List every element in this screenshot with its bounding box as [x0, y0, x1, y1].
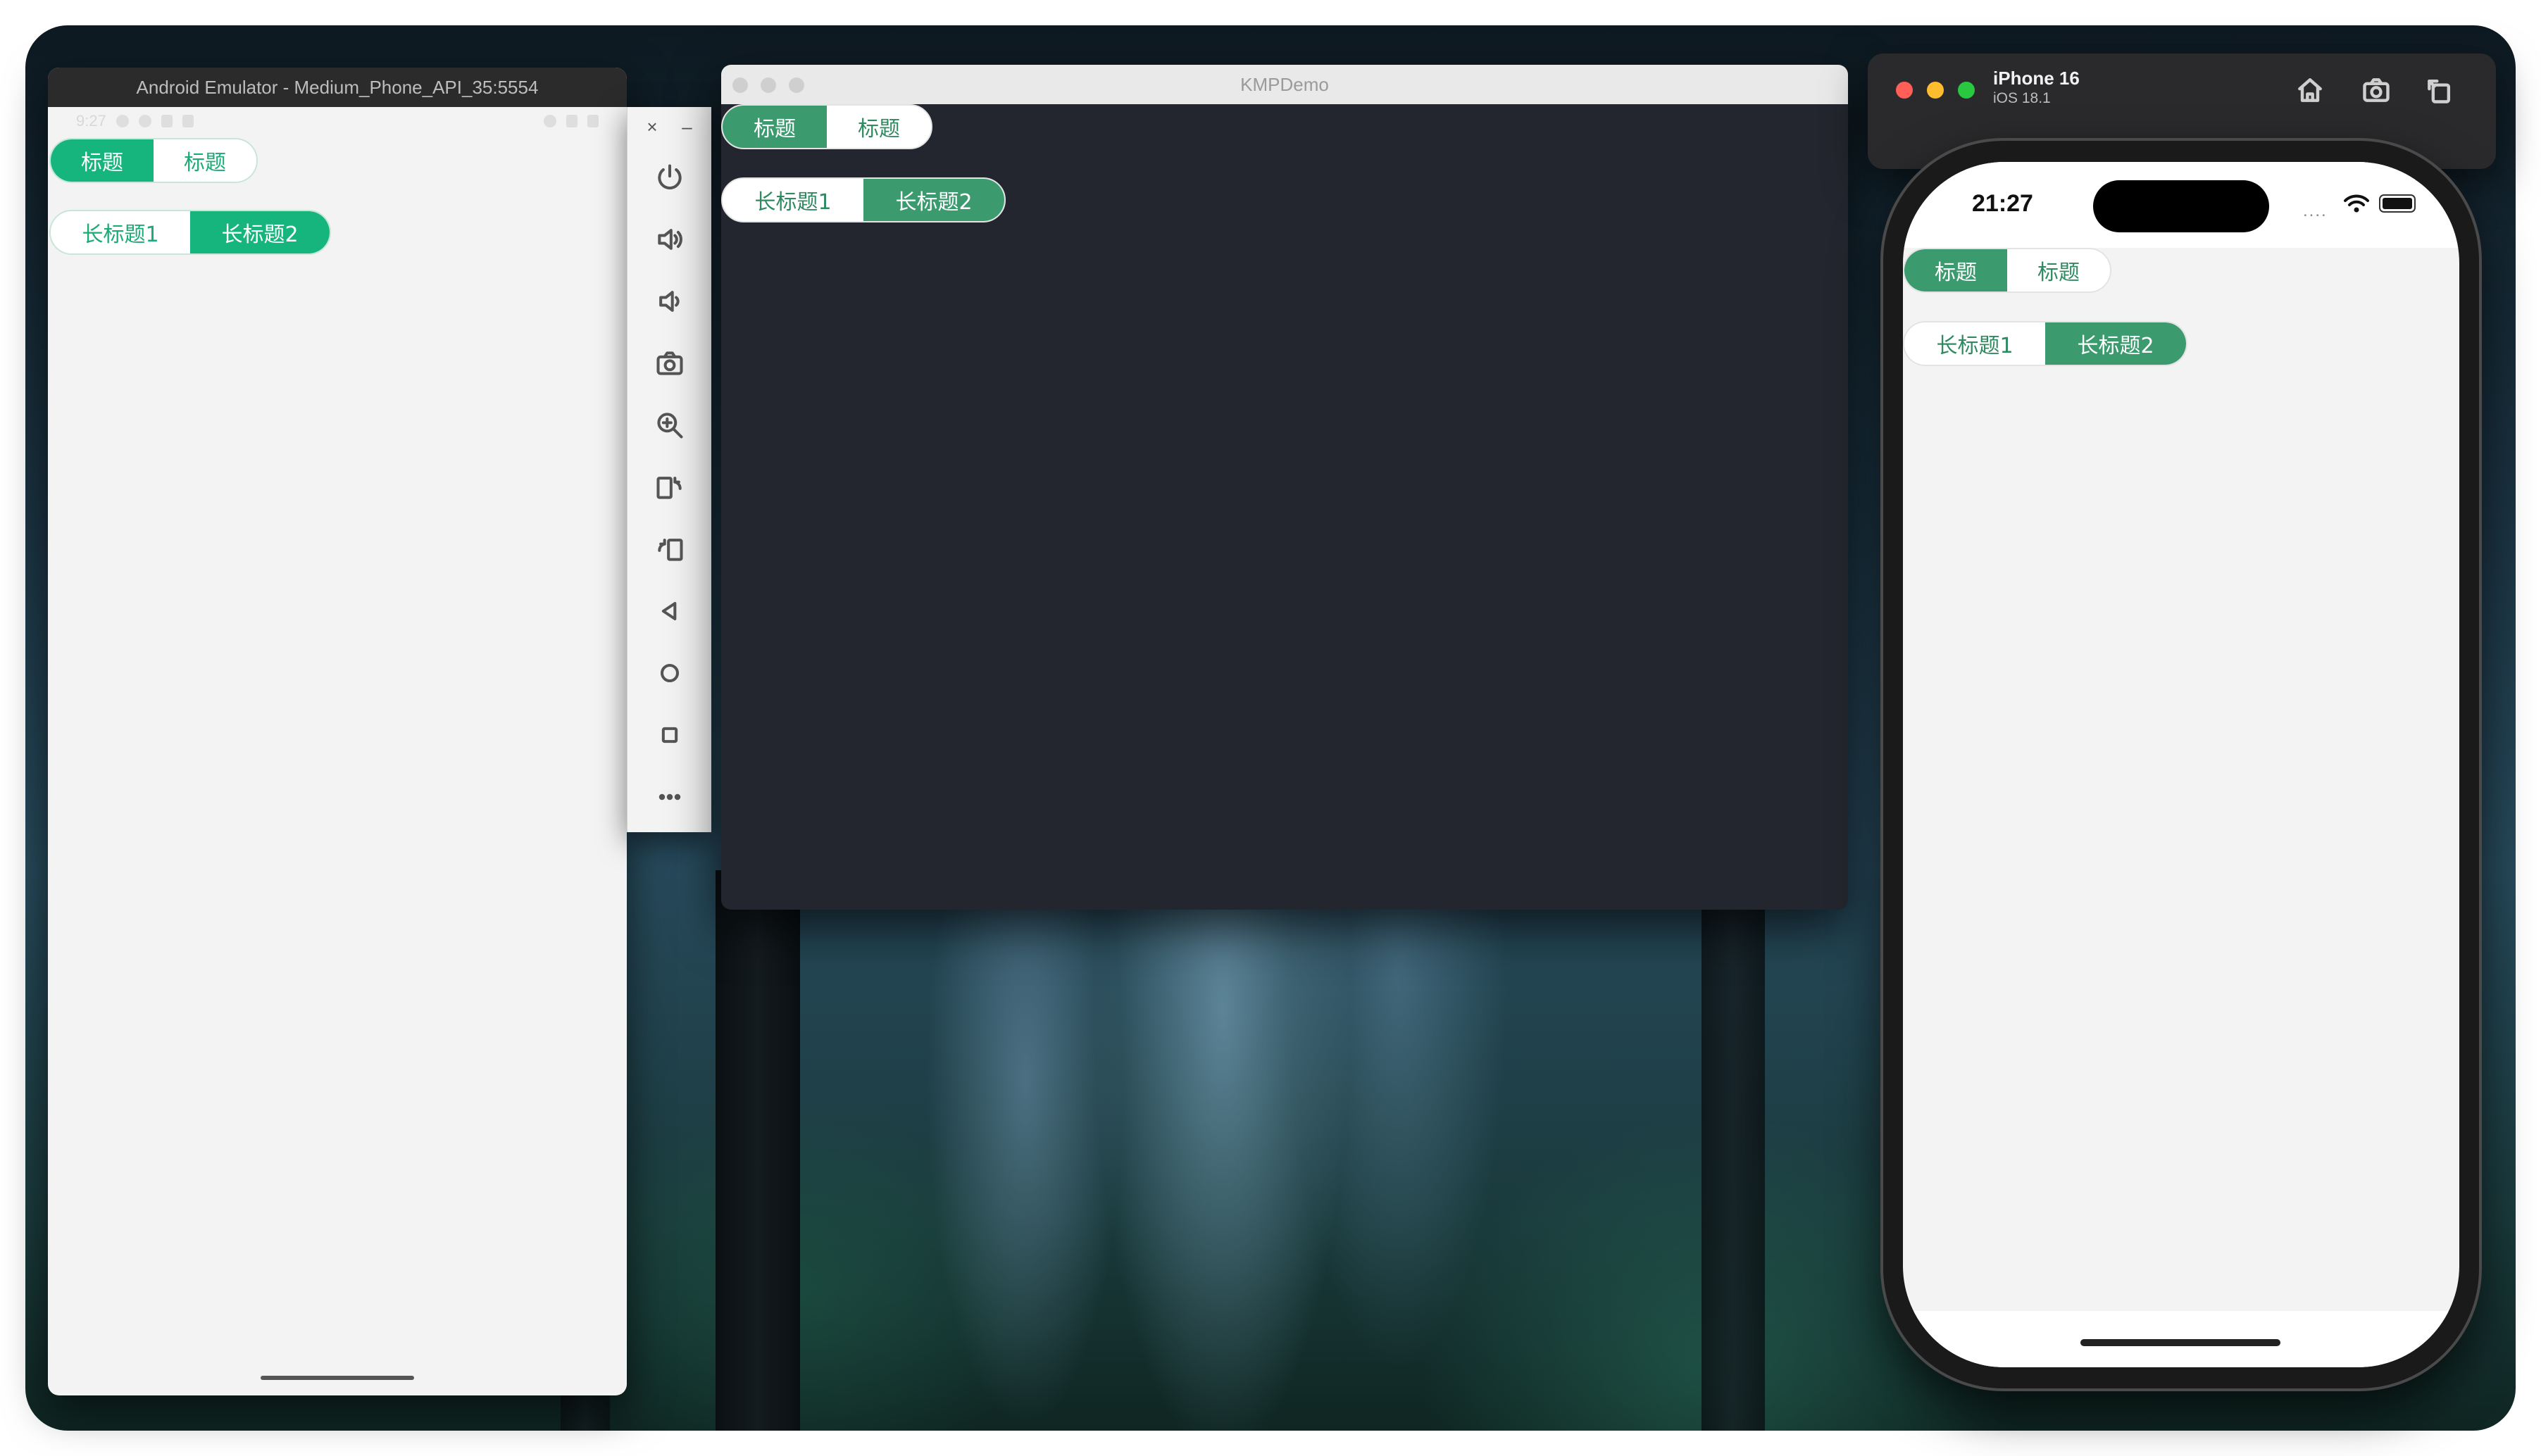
window-controls [732, 77, 804, 93]
minimize-window-button[interactable] [761, 77, 776, 93]
segmented-control-short: 标题 标题 [721, 104, 932, 149]
segment-option[interactable]: 标题 [51, 139, 154, 182]
segment-option[interactable]: 标题 [827, 106, 931, 148]
volume-up-icon [657, 229, 682, 250]
screenshot-button[interactable] [628, 332, 711, 394]
segmented-control-short: 标题 标题 [49, 138, 258, 183]
ios-app-content: 标题 标题 长标题1 长标题2 [1903, 248, 2459, 1311]
rotate-left-button[interactable] [628, 456, 711, 518]
window-controls [1896, 82, 1975, 99]
home-icon [660, 663, 679, 683]
segment-option[interactable]: 标题 [723, 106, 827, 148]
screenshot-icon [2363, 78, 2390, 102]
settings-notification-icon [138, 115, 151, 127]
sd-card-icon [182, 115, 194, 127]
close-window-button[interactable] [1896, 82, 1913, 99]
home-indicator[interactable] [2080, 1339, 2280, 1346]
dynamic-island [2093, 180, 2269, 232]
segmented-control-short: 标题 标题 [1903, 248, 2111, 293]
volume-down-icon [658, 291, 680, 312]
device-os-version: iOS 18.1 [1993, 90, 2051, 106]
ios-home-indicator-area [1903, 1311, 2459, 1367]
dnd-icon [116, 115, 129, 127]
emulator-toolbar-header: × – [628, 107, 711, 146]
overview-button[interactable] [628, 704, 711, 766]
close-window-button[interactable] [732, 77, 748, 93]
kmp-window-title: KMPDemo [1240, 73, 1329, 95]
segment-option[interactable]: 长标题2 [863, 179, 1004, 221]
device-name: iPhone 16 [1993, 68, 2080, 89]
android-gesture-bar[interactable] [261, 1376, 414, 1380]
camera-icon [656, 351, 683, 375]
segment-option[interactable]: 标题 [1904, 249, 2007, 291]
wifi-icon [544, 115, 556, 127]
iphone-screen: 21:27 .... 标题 标题 长标题1 长标题2 [1903, 162, 2459, 1367]
back-icon [661, 601, 676, 621]
android-window-titlebar[interactable]: Android Emulator - Medium_Phone_API_35:5… [48, 68, 627, 107]
tree-trunk [1702, 905, 1765, 1431]
tree-trunk [716, 870, 800, 1431]
rotate-right-icon [657, 539, 683, 561]
home-button[interactable] [628, 642, 711, 704]
wifi-icon [2344, 194, 2369, 213]
zoom-window-button[interactable] [1958, 82, 1975, 99]
more-button[interactable] [628, 766, 711, 828]
power-icon [657, 164, 682, 190]
zoom-window-button[interactable] [789, 77, 804, 93]
cell-signal-icon: .... [2303, 201, 2328, 220]
segment-option[interactable]: 标题 [2007, 249, 2110, 291]
power-button[interactable] [628, 146, 711, 208]
battery-icon [587, 115, 599, 127]
close-icon[interactable]: × [647, 116, 657, 138]
battery-icon [2379, 194, 2416, 213]
zoom-icon [656, 413, 683, 439]
segment-option[interactable]: 长标题1 [723, 179, 863, 221]
rotate-right-button[interactable] [628, 518, 711, 580]
back-button[interactable] [628, 580, 711, 642]
segmented-control-long: 长标题1 长标题2 [49, 210, 331, 255]
android-app-content: 标题 标题 长标题1 长标题2 [48, 135, 627, 255]
cell-signal-icon [566, 115, 578, 127]
android-emulator-window: Android Emulator - Medium_Phone_API_35:5… [48, 68, 627, 1395]
kmp-desktop-window: KMPDemo 标题 标题 长标题1 长标题2 [721, 65, 1848, 910]
segment-option[interactable]: 长标题1 [1904, 322, 2045, 365]
android-status-time: 9:27 [76, 112, 106, 130]
android-status-bar: 9:27 [48, 107, 627, 135]
minimize-icon[interactable]: – [682, 116, 692, 138]
emulator-toolbar: × – [627, 107, 711, 832]
iphone-device-frame: 21:27 .... 标题 标题 长标题1 长标题2 [1883, 141, 2479, 1388]
segment-option[interactable]: 标题 [154, 139, 256, 182]
home-button[interactable] [2290, 70, 2330, 110]
storage-notification-icon [161, 115, 173, 127]
segment-option[interactable]: 长标题1 [51, 211, 190, 253]
rotate-icon [2428, 79, 2451, 103]
ios-status-bar: 21:27 .... [1903, 162, 2459, 248]
segment-option[interactable]: 长标题2 [2045, 322, 2186, 365]
segmented-control-long: 长标题1 长标题2 [1903, 321, 2187, 366]
segment-option[interactable]: 长标题2 [190, 211, 330, 253]
home-icon [2298, 78, 2322, 102]
segmented-control-long: 长标题1 长标题2 [721, 177, 1006, 222]
rotate-left-icon [656, 477, 682, 499]
overview-icon [661, 727, 678, 743]
more-icon [658, 793, 680, 801]
volume-down-button[interactable] [628, 270, 711, 332]
volume-up-button[interactable] [628, 208, 711, 270]
screenshot-button[interactable] [2356, 70, 2396, 110]
rotate-button[interactable] [2420, 70, 2459, 110]
minimize-window-button[interactable] [1927, 82, 1944, 99]
zoom-button[interactable] [628, 394, 711, 456]
kmp-window-titlebar[interactable]: KMPDemo [721, 65, 1848, 104]
ios-status-time: 21:27 [1972, 190, 2033, 217]
android-window-title: Android Emulator - Medium_Phone_API_35:5… [136, 76, 539, 98]
